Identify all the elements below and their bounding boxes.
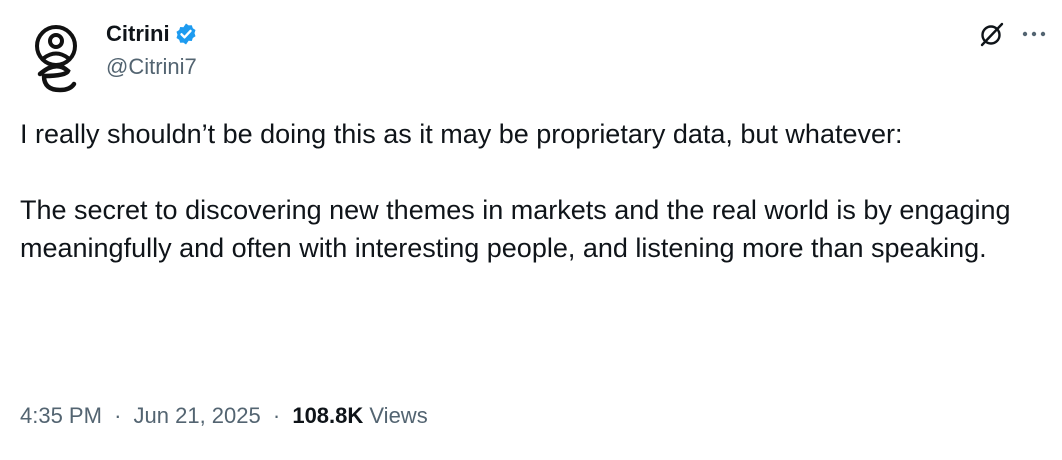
author-handle[interactable]: @Citrini7 — [106, 54, 197, 80]
tweet-paragraph: I really shouldn’t be doing this as it m… — [20, 119, 903, 149]
tweet-top-actions — [978, 18, 1048, 50]
tweet-date[interactable]: Jun 21, 2025 — [134, 403, 261, 428]
tweet-card: Citrini @Citrini7 I really shouldn’t be … — [0, 0, 1062, 460]
meta-separator: · — [272, 403, 281, 428]
views-label: Views — [369, 403, 428, 428]
avatar[interactable] — [16, 16, 96, 96]
tweet-meta: 4:35 PM · Jun 21, 2025 · 108.8K Views — [20, 403, 428, 429]
tweet-text: I really shouldn’t be doing this as it m… — [20, 115, 1040, 267]
citrini-logo-icon — [35, 25, 77, 93]
views-count: 108.8K — [292, 403, 364, 428]
meta-separator: · — [114, 403, 122, 428]
grok-icon[interactable] — [978, 20, 1006, 48]
verified-badge-icon — [174, 22, 198, 46]
more-icon[interactable] — [1020, 20, 1048, 48]
tweet-paragraph: The secret to discovering new themes in … — [20, 195, 1011, 263]
display-name[interactable]: Citrini — [106, 21, 170, 47]
author-name-row: Citrini — [106, 18, 198, 50]
tweet-time[interactable]: 4:35 PM — [20, 403, 102, 428]
